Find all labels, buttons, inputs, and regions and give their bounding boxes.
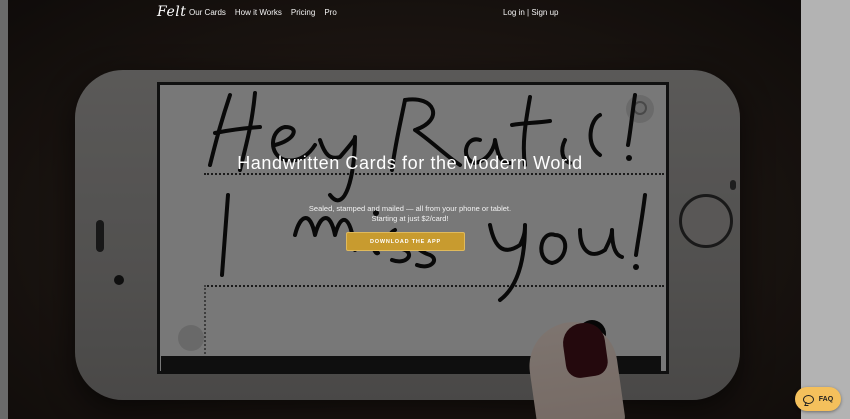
nav-link-pro[interactable]: Pro (324, 8, 336, 17)
hero-subtext-line2: Starting at just $2/card! (371, 214, 449, 223)
top-navigation: Felt Our Cards How it Works Pricing Pro … (8, 0, 801, 30)
faq-button[interactable]: FAQ (795, 387, 841, 411)
login-link[interactable]: Log in (503, 8, 525, 17)
faq-label: FAQ (818, 395, 834, 403)
right-gutter (801, 0, 850, 419)
auth-links: Log in | Sign up (503, 8, 558, 17)
hero-subtext: Sealed, stamped and mailed — all from yo… (205, 204, 615, 224)
download-app-button[interactable]: DOWNLOAD THE APP (346, 232, 465, 251)
page-left-edge (0, 0, 8, 419)
nav-links: Our Cards How it Works Pricing Pro (189, 8, 337, 17)
auth-separator: | (527, 8, 530, 17)
hero-section: Felt Our Cards How it Works Pricing Pro … (8, 0, 801, 419)
signup-link[interactable]: Sign up (531, 8, 558, 17)
hero-subtext-line1: Sealed, stamped and mailed — all from yo… (308, 204, 512, 213)
nav-link-our-cards[interactable]: Our Cards (189, 8, 226, 17)
chat-bubble-icon (802, 394, 814, 404)
felt-logo[interactable]: Felt (157, 4, 186, 20)
nav-link-how-it-works[interactable]: How it Works (235, 8, 282, 17)
nav-link-pricing[interactable]: Pricing (291, 8, 315, 17)
hero-headline: Handwritten Cards for the Modern World (237, 153, 583, 173)
